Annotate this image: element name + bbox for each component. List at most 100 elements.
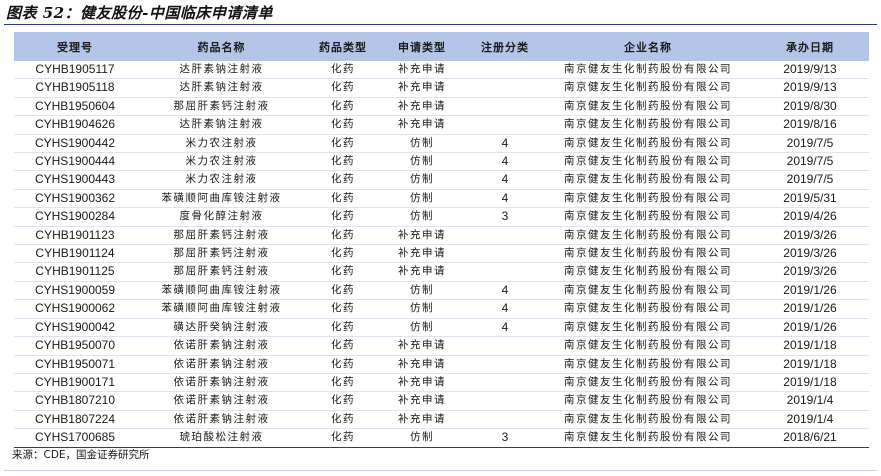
cell-drug-name: 那屈肝素钙注射液 [136,97,307,117]
column-header-registration-class: 注册分类 [465,32,545,61]
table-row: CYHB1807210 依诺肝素钠注射液 化药 补充申请 南京健友生化制药股份有限公司 2… [14,391,869,411]
cell-company-name: 南京健友生化制药股份有限公司 [545,299,751,319]
cell-drug-type: 化药 [307,373,379,393]
cell-company-name: 南京健友生化制药股份有限公司 [545,78,751,98]
cell-drug-name: 苯磺顺阿曲库铵注射液 [136,189,307,209]
cell-application-type: 补充申请 [379,78,465,98]
cell-acceptance-no: CYHS1700685 [14,428,136,448]
cell-application-type: 补充申请 [379,410,465,430]
cell-drug-type: 化药 [307,336,379,356]
cell-company-name: 南京健友生化制药股份有限公司 [545,244,751,264]
cell-company-name: 南京健友生化制药股份有限公司 [545,391,751,411]
table-row: CYHB1901124 那屈肝素钙注射液 化药 补充申请 南京健友生化制药股份有限公司 2… [14,244,869,264]
table-row: CYHS1900362 苯磺顺阿曲库铵注射液 化药 仿制 4 南京健友生化制药股份有限公司… [14,189,869,209]
cell-drug-name: 度骨化醇注射液 [136,207,307,227]
cell-application-type: 补充申请 [379,391,465,411]
cell-registration-class [465,355,545,374]
cell-company-name: 南京健友生化制药股份有限公司 [545,170,751,190]
cell-acceptance-date: 2019/8/16 [751,115,869,135]
cell-acceptance-date: 2019/7/5 [751,152,869,172]
cell-drug-name: 米力农注射液 [136,170,307,190]
cell-company-name: 南京健友生化制药股份有限公司 [545,226,751,246]
cell-acceptance-date: 2019/9/13 [751,61,869,80]
cell-company-name: 南京健友生化制药股份有限公司 [545,336,751,356]
cell-application-type: 仿制 [379,134,465,154]
source-note: 来源：CDE，国金证券研究所 [12,449,150,461]
cell-drug-type: 化药 [307,355,379,374]
cell-acceptance-date: 2019/1/26 [751,281,869,301]
cell-drug-type: 化药 [307,410,379,430]
cell-drug-name: 达肝素钠注射液 [136,78,307,98]
table-row: CYHS1900042 磺达肝癸钠注射液 化药 仿制 4 南京健友生化制药股份有限公司 20… [14,318,869,338]
cell-application-type: 补充申请 [379,262,465,282]
title-rule [4,24,877,25]
cell-company-name: 南京健友生化制药股份有限公司 [545,152,751,172]
cell-acceptance-no: CYHS1900284 [14,207,136,227]
table-row: CYHB1807224 依诺肝素钠注射液 化药 补充申请 南京健友生化制药股份有限公司 2… [14,410,869,430]
cell-application-type: 仿制 [379,281,465,301]
cell-registration-class [465,262,545,282]
cell-registration-class: 4 [465,281,545,301]
column-header-acceptance-date: 承办日期 [751,32,869,61]
column-header-drug-type: 药品类型 [307,32,379,61]
table-row: CYHS1700685 琥珀酸松注射液 化药 仿制 3 南京健友生化制药股份有限公司 201… [14,428,869,448]
clinical-application-table: 受理号 药品名称 药品类型 申请类型 注册分类 企业名称 承办日期 CYHB1905117 达… [14,32,869,448]
cell-acceptance-no: CYHB1807210 [14,391,136,411]
cell-application-type: 补充申请 [379,115,465,135]
cell-drug-type: 化药 [307,391,379,411]
cell-company-name: 南京健友生化制药股份有限公司 [545,207,751,227]
cell-drug-name: 依诺肝素钠注射液 [136,373,307,393]
cell-registration-class: 4 [465,299,545,319]
table-row: CYHB1901125 那屈肝素钙注射液 化药 补充申请 南京健友生化制药股份有限公司 2… [14,262,869,282]
cell-acceptance-no: CYHB1950071 [14,355,136,374]
cell-drug-type: 化药 [307,428,379,448]
cell-acceptance-date: 2018/6/21 [751,428,869,448]
cell-registration-class: 4 [465,189,545,209]
cell-acceptance-date: 2019/4/26 [751,207,869,227]
cell-application-type: 仿制 [379,318,465,338]
cell-company-name: 南京健友生化制药股份有限公司 [545,61,751,80]
cell-acceptance-date: 2019/3/26 [751,262,869,282]
table-row: CYHB1904626 达肝素钠注射液 化药 补充申请 南京健友生化制药股份有限公司 20… [14,115,869,135]
cell-application-type: 仿制 [379,170,465,190]
cell-acceptance-no: CYHS1900442 [14,134,136,154]
cell-registration-class [465,244,545,264]
cell-acceptance-date: 2019/1/18 [751,355,869,374]
column-header-drug-name: 药品名称 [136,32,307,61]
cell-drug-type: 化药 [307,299,379,319]
table-body: CYHB1905117 达肝素钠注射液 化药 补充申请 南京健友生化制药股份有限公司 20… [14,61,869,448]
cell-registration-class [465,410,545,430]
cell-drug-name: 达肝素钠注射液 [136,61,307,80]
cell-acceptance-date: 2019/8/30 [751,97,869,117]
cell-drug-type: 化药 [307,189,379,209]
cell-registration-class [465,226,545,246]
cell-application-type: 补充申请 [379,61,465,80]
cell-acceptance-date: 2019/3/26 [751,244,869,264]
cell-acceptance-date: 2019/7/5 [751,170,869,190]
cell-acceptance-no: CYHB1901124 [14,244,136,264]
cell-drug-type: 化药 [307,134,379,154]
cell-drug-name: 那屈肝素钙注射液 [136,262,307,282]
cell-registration-class [465,78,545,98]
cell-company-name: 南京健友生化制药股份有限公司 [545,115,751,135]
cell-company-name: 南京健友生化制药股份有限公司 [545,410,751,430]
cell-acceptance-no: CYHS1900443 [14,170,136,190]
cell-application-type: 补充申请 [379,226,465,246]
table-row: CYHB1900171 依诺肝素钠注射液 化药 补充申请 南京健友生化制药股份有限公司 2… [14,373,869,393]
cell-registration-class [465,97,545,117]
cell-acceptance-no: CYHB1905118 [14,78,136,98]
cell-acceptance-date: 2019/1/26 [751,318,869,338]
cell-application-type: 仿制 [379,207,465,227]
bottom-rule [4,470,877,471]
table-row: CYHS1900444 米力农注射液 化药 仿制 4 南京健友生化制药股份有限公司 2019… [14,152,869,172]
cell-application-type: 补充申请 [379,336,465,356]
cell-registration-class [465,61,545,80]
column-header-company-name: 企业名称 [545,32,751,61]
header-row: 受理号 药品名称 药品类型 申请类型 注册分类 企业名称 承办日期 [14,32,869,61]
table-row: CYHB1950071 依诺肝素钠注射液 化药 补充申请 南京健友生化制药股份有限公司 2… [14,355,869,374]
cell-registration-class: 4 [465,170,545,190]
cell-drug-name: 磺达肝癸钠注射液 [136,318,307,338]
cell-drug-name: 琥珀酸松注射液 [136,428,307,448]
cell-acceptance-no: CYHB1901125 [14,262,136,282]
cell-company-name: 南京健友生化制药股份有限公司 [545,428,751,448]
